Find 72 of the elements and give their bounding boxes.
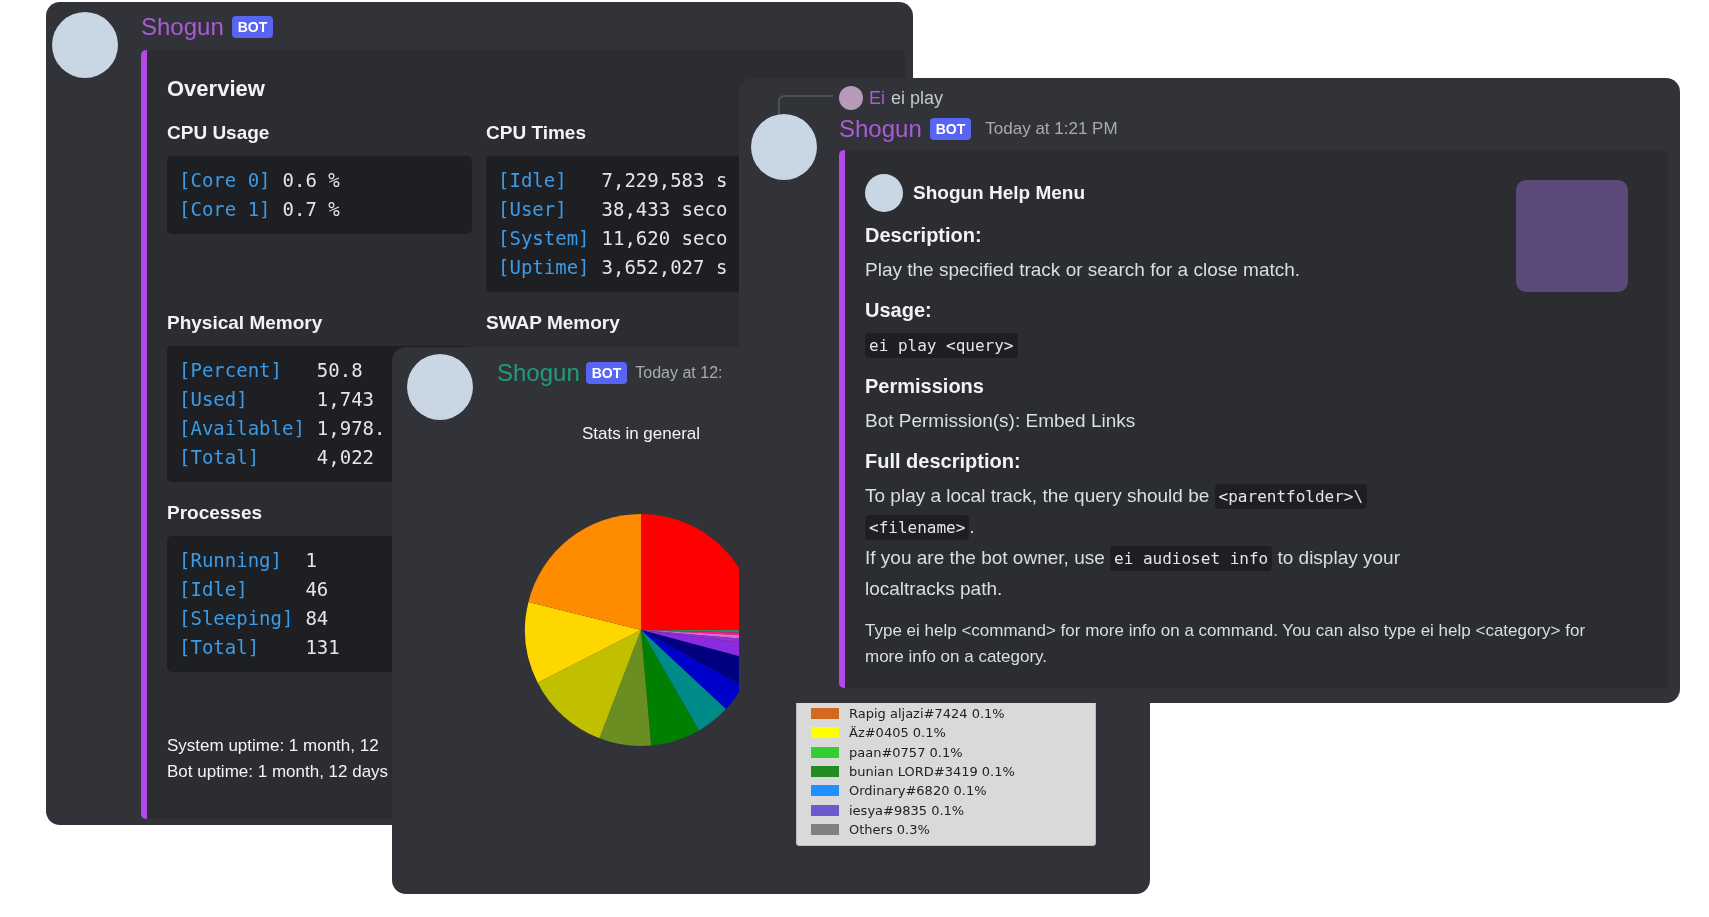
legend-label: Ordinary#6820 0.1% <box>849 783 987 799</box>
field-title: CPU Times <box>486 122 586 144</box>
inline-code: ei play <query> <box>865 333 1018 358</box>
code-value: 131 <box>305 635 341 660</box>
code-key: [Uptime] <box>498 253 590 282</box>
timestamp: Today at 12: <box>635 364 723 382</box>
code-value: 1,743 <box>316 387 376 412</box>
legend-label: bunian LORD#3419 0.1% <box>849 764 1015 780</box>
field-text: To play a local track, the query should be <box>865 485 1211 506</box>
code-value: 4,022 <box>316 445 376 470</box>
field-text: Bot Permission(s): Embed Links <box>865 410 1136 431</box>
code-key: [Sleeping] <box>179 604 294 633</box>
code-key: [Available] <box>179 414 305 443</box>
reply-line-icon <box>777 94 833 116</box>
embed-title: Overview <box>167 76 265 102</box>
code-value: 7,229,583 s <box>601 168 729 193</box>
code-key: [Core 0] <box>179 166 271 195</box>
uptime-text: System uptime: 1 month, 12 <box>167 735 379 757</box>
bot-tag: BOT <box>231 16 274 38</box>
embed-footer: Type ei help <command> for more info on a command. You can also type ei help <category> for more info on a category. <box>865 618 1625 670</box>
legend-label: iesya#9835 0.1% <box>849 802 965 818</box>
field-title: SWAP Memory <box>486 312 620 334</box>
field-title: Description: <box>865 224 982 247</box>
field-text: to display your <box>1276 547 1400 568</box>
code-value: 50.8 <box>316 358 364 383</box>
field-text: . <box>969 516 975 537</box>
field-title: Permissions <box>865 375 984 398</box>
inline-code: ei audioset info <box>1110 546 1273 571</box>
field-title: Full description: <box>865 450 1021 473</box>
field-text: Play the specified track or search for a close match. <box>865 259 1301 280</box>
code-key: [Percent] <box>179 356 305 385</box>
code-key: [Core 1] <box>179 195 271 224</box>
avatar <box>839 86 863 110</box>
code-value: 84 <box>305 606 330 631</box>
code-key: [Idle] <box>179 575 294 604</box>
code-key: [User] <box>498 195 590 224</box>
bot-name[interactable]: Shogun <box>141 13 224 41</box>
bot-name[interactable]: Shogun <box>497 359 580 387</box>
field-title: CPU Usage <box>167 122 270 144</box>
code-value: 0.6 % <box>282 168 341 193</box>
code-key: [Total] <box>179 443 305 472</box>
code-value: 46 <box>305 577 330 602</box>
code-value: 1,978. <box>316 416 387 441</box>
code-key: [Used] <box>179 385 305 414</box>
inline-code: <filename> <box>865 515 970 540</box>
code-key: [Total] <box>179 633 294 662</box>
chart-title: Stats in general <box>581 424 701 444</box>
field-text: If you are the bot owner, use <box>865 547 1106 568</box>
legend-label: Others 0.3% <box>849 821 930 837</box>
reply-text: ei play <box>891 87 944 109</box>
embed-author: Shogun Help Menu <box>913 182 1086 204</box>
code-key: [Running] <box>179 546 294 575</box>
code-value: 38,433 seco <box>601 197 729 222</box>
inline-code: <parentfolder>\ <box>1214 484 1368 509</box>
field-text: localtracks path. <box>865 578 1003 599</box>
legend-label: Rapig aljazi#7424 0.1% <box>849 706 1005 722</box>
field-title: Usage: <box>865 299 932 322</box>
code-value: 1 <box>305 548 318 573</box>
uptime-text: Bot uptime: 1 month, 12 days <box>167 761 389 783</box>
bot-tag: BOT <box>585 362 628 384</box>
code-key: [System] <box>498 224 590 253</box>
bot-name[interactable]: Shogun <box>839 115 922 143</box>
bot-tag: BOT <box>929 118 972 140</box>
legend-label: Äz#0405 0.1% <box>849 725 946 741</box>
field-title: Processes <box>167 502 263 524</box>
legend-label: paan#0757 0.1% <box>849 744 963 760</box>
code-value: 0.7 % <box>282 197 341 222</box>
avatar <box>865 174 903 212</box>
field-title: Physical Memory <box>167 312 323 334</box>
code-key: [Idle] <box>498 166 590 195</box>
timestamp: Today at 1:21 PM <box>985 119 1118 139</box>
reply-author[interactable]: Ei <box>869 87 885 109</box>
